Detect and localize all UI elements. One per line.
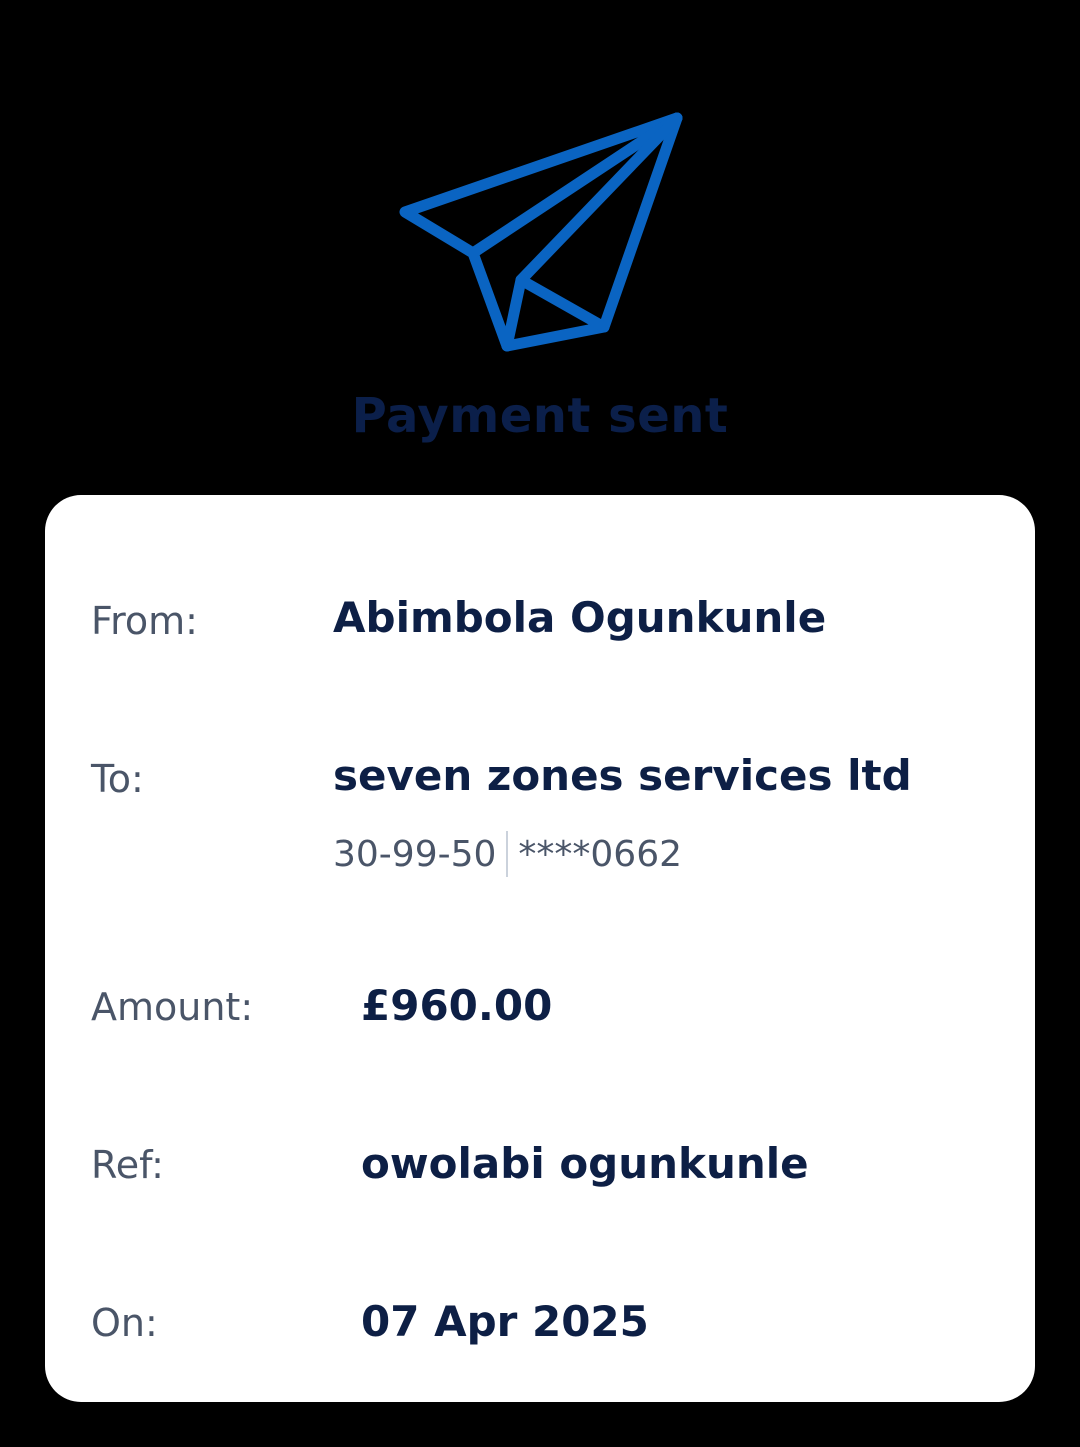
to-value: seven zones services ltd <box>333 751 912 800</box>
ref-label: Ref: <box>91 1143 164 1187</box>
from-label: From: <box>91 599 198 643</box>
to-label: To: <box>91 757 144 801</box>
paper-plane-icon <box>396 108 686 358</box>
sort-code: 30-99-50 <box>333 833 497 875</box>
amount-label: Amount: <box>91 985 254 1029</box>
on-label: On: <box>91 1301 158 1345</box>
divider <box>506 831 509 877</box>
from-value: Abimbola Ogunkunle <box>333 593 827 642</box>
page-title: Payment sent <box>351 388 729 444</box>
account-details: 30-99-50 ****0662 <box>333 831 682 877</box>
ref-value: owolabi ogunkunle <box>361 1139 809 1188</box>
account-number: ****0662 <box>518 833 683 875</box>
amount-value: £960.00 <box>361 981 553 1030</box>
payment-details-card: From: Abimbola Ogunkunle To: seven zones… <box>45 495 1035 1402</box>
date-value: 07 Apr 2025 <box>361 1297 649 1346</box>
